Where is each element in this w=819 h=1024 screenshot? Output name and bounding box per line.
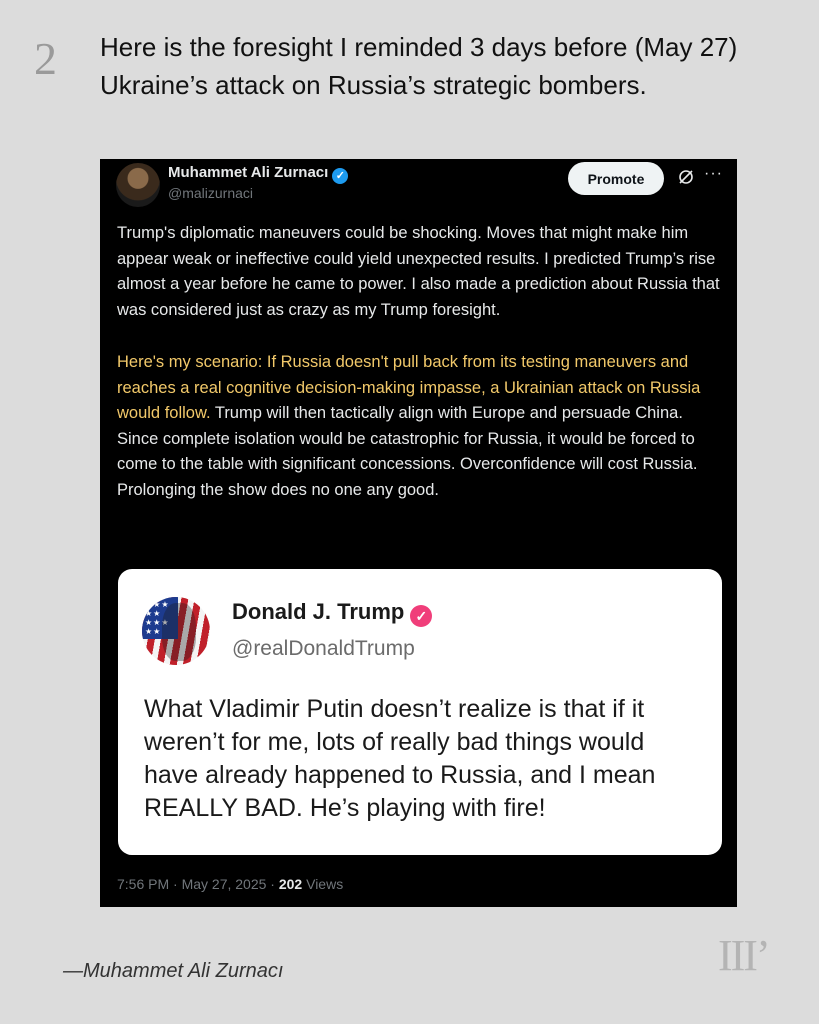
attribution: —Muhammet Ali Zurnacı	[63, 960, 284, 982]
slide-number: 2	[34, 33, 57, 84]
quoted-post-card[interactable]: ★★★ ★★ ★★★ ★★ Donald J. Trump ✓ @realDona…	[118, 569, 722, 855]
tweet-paragraph-2: Here's my scenario: If Russia doesn't pu…	[117, 350, 727, 503]
verified-badge-icon: ✓	[332, 168, 349, 184]
quoted-author-name-text: Donald J. Trump	[232, 599, 405, 624]
author-avatar[interactable]	[116, 163, 160, 207]
slide-heading: Here is the foresight I reminded 3 days …	[100, 32, 738, 100]
author-name[interactable]: Muhammet Ali Zurnacı ✓	[168, 164, 349, 184]
author-name-text: Muhammet Ali Zurnacı	[168, 164, 329, 181]
author-handle[interactable]: @malizurnaci	[168, 185, 253, 201]
quoted-verified-badge-icon: ✓	[410, 605, 433, 627]
more-options-icon[interactable]: ···	[704, 165, 723, 183]
views-count: 202	[278, 876, 303, 892]
tweet-screenshot: Muhammet Ali Zurnacı ✓ @malizurnaci Promo…	[100, 159, 737, 907]
quoted-author-name: Donald J. Trump ✓	[232, 599, 433, 627]
tweet-body: Trump's diplomatic maneuvers could be sh…	[117, 221, 727, 530]
quoted-post-text: What Vladimir Putin doesn’t realize is t…	[144, 695, 656, 822]
portrait-icon	[162, 603, 196, 661]
quoted-author-handle: @realDonaldTrump	[232, 637, 415, 660]
brand-logo: III’	[718, 931, 771, 980]
tweet-meta: 7:56 PM · May 27, 2025 · 202 Views	[117, 876, 343, 892]
tweet-paragraph-1: Trump's diplomatic maneuvers could be sh…	[117, 224, 720, 319]
quoted-author-avatar: ★★★ ★★ ★★★ ★★	[142, 597, 210, 665]
grok-icon[interactable]	[678, 169, 694, 185]
views-label: Views	[302, 876, 344, 892]
tweet-timestamp[interactable]: 7:56 PM · May 27, 2025 ·	[117, 876, 279, 892]
promote-button[interactable]: Promote	[568, 162, 664, 195]
